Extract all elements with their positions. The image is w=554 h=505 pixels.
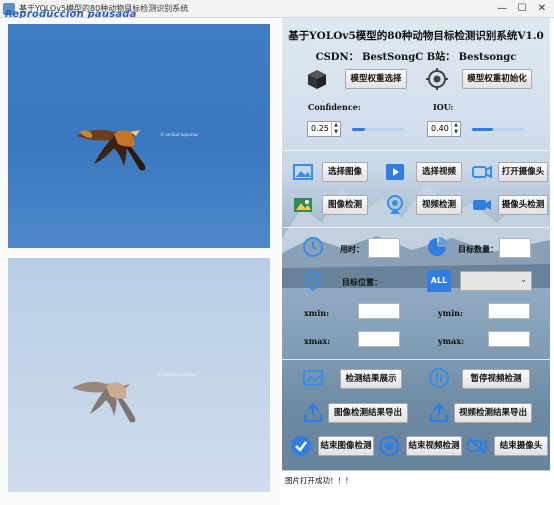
xmin-label: xmin: xyxy=(304,308,330,318)
video-camera-icon xyxy=(473,200,491,210)
camera-icon xyxy=(472,165,492,179)
pie-chart-icon xyxy=(428,237,447,256)
all-badge-icon: ALL xyxy=(427,270,451,292)
target-select-combobox[interactable]: ⌄ xyxy=(460,271,532,291)
detected-image-view: © ornitud aquarius xyxy=(8,258,270,492)
pause-video-detect-button[interactable]: 暂停视频检测 xyxy=(462,369,530,389)
upload-icon xyxy=(429,403,449,423)
video-detect-button[interactable]: 视频检测 xyxy=(416,195,462,215)
end-camera-button[interactable]: 结束摄像头 xyxy=(494,436,548,456)
image-detect-button[interactable]: 图像检测 xyxy=(322,195,368,215)
image-icon xyxy=(293,164,313,180)
checkmark-icon xyxy=(291,436,311,456)
video-play-icon xyxy=(386,164,404,180)
open-camera-button[interactable]: 打开摄像头 xyxy=(498,162,548,182)
section-divider xyxy=(282,359,550,360)
iou-value: 0.40 xyxy=(431,124,449,133)
iou-slider[interactable] xyxy=(472,128,524,131)
confidence-spinbox[interactable]: 0.25 ▲ ▼ xyxy=(307,121,341,137)
camera-detect-button[interactable]: 摄像头检测 xyxy=(498,195,548,215)
spin-arrows-icon[interactable]: ▲ ▼ xyxy=(451,122,460,136)
confidence-label: Confidence: xyxy=(308,102,361,112)
ymin-label: ymin: xyxy=(438,308,463,318)
time-label: 用时： xyxy=(340,244,364,254)
target-gear-icon xyxy=(426,68,448,90)
ymax-label: ymax: xyxy=(438,336,465,346)
system-title: 基于YOLOv5模型的80种动物目标检测识别系统V1.0 xyxy=(288,30,544,42)
image-detect-icon xyxy=(294,198,312,212)
select-image-button[interactable]: 选择图像 xyxy=(322,162,368,182)
iou-spinbox[interactable]: 0.40 ▲ ▼ xyxy=(427,121,461,137)
target-position-label: 目标位置： xyxy=(342,277,382,287)
spin-arrows-icon[interactable]: ▲ ▼ xyxy=(331,122,340,136)
xmax-field[interactable] xyxy=(358,331,400,347)
image-display-column: © ornitud aquarius © ornitud aquarius xyxy=(0,18,280,505)
page-watermark: CSDN @BestSongC xyxy=(438,483,544,496)
model-weight-init-button[interactable]: 模型权重初始化 xyxy=(462,69,532,89)
image-watermark: © ornitud aquarius xyxy=(160,132,199,137)
cube-icon xyxy=(308,70,326,89)
confidence-slider[interactable] xyxy=(352,128,404,131)
gallery-icon xyxy=(303,370,323,386)
clock-icon xyxy=(303,237,323,257)
confidence-value: 0.25 xyxy=(311,124,329,133)
stop-icon xyxy=(378,435,400,457)
iou-slider-fill xyxy=(472,128,493,131)
time-field[interactable] xyxy=(368,238,400,258)
end-video-detect-button[interactable]: 结束视频检测 xyxy=(406,436,462,456)
eagle-image-original xyxy=(76,129,146,171)
camera-off-icon xyxy=(467,437,487,455)
chevron-down-icon: ⌄ xyxy=(520,275,527,284)
xmin-field[interactable] xyxy=(358,303,400,319)
model-weight-select-button[interactable]: 模型权重选择 xyxy=(345,69,407,89)
close-button[interactable]: ✕ xyxy=(534,1,550,17)
maximize-button[interactable]: ☐ xyxy=(514,1,530,17)
ymin-field[interactable] xyxy=(488,303,530,319)
minimize-button[interactable]: — xyxy=(494,1,510,17)
location-pin-icon xyxy=(304,270,322,292)
iou-label: IOU: xyxy=(433,102,454,112)
target-count-label: 目标数量： xyxy=(458,244,498,254)
control-panel: 基于YOLOv5模型的80种动物目标检测识别系统V1.0 CSDN： BestS… xyxy=(282,18,550,490)
author-info: CSDN： BestSongC B站： Bestsongc xyxy=(315,52,517,63)
image-watermark-result: © ornitud aquarius xyxy=(158,372,197,377)
end-image-detect-button[interactable]: 结束图像检测 xyxy=(318,436,374,456)
show-result-button[interactable]: 检测结果展示 xyxy=(340,369,402,389)
upload-icon xyxy=(303,403,323,423)
ymax-field[interactable] xyxy=(488,331,530,347)
section-divider xyxy=(282,150,550,151)
export-image-result-button[interactable]: 图像检测结果导出 xyxy=(328,403,408,423)
xmax-label: xmax: xyxy=(304,336,331,346)
export-video-result-button[interactable]: 视频检测结果导出 xyxy=(454,403,532,423)
section-divider xyxy=(282,227,550,228)
confidence-slider-fill xyxy=(352,128,365,131)
select-video-button[interactable]: 选择视频 xyxy=(416,162,462,182)
webcam-icon xyxy=(387,195,403,214)
status-message: 图片打开成功！！！ xyxy=(285,476,353,485)
pause-icon xyxy=(429,368,449,388)
original-image-view: © ornitud aquarius xyxy=(8,24,270,248)
target-count-field[interactable] xyxy=(499,238,531,258)
eagle-image-result xyxy=(72,381,136,423)
